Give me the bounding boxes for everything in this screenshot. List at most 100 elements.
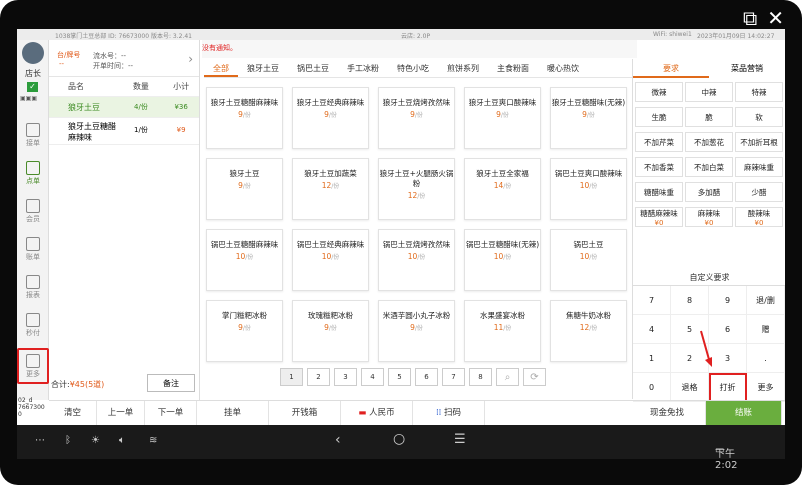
note-button[interactable]: 备注 xyxy=(147,374,195,392)
menu-item-card[interactable]: 锅巴土豆 10/份 xyxy=(550,229,627,291)
requirement-option[interactable]: 不加芹菜 xyxy=(635,132,683,152)
menu-item-card[interactable]: 狼牙土豆糖醋麻辣味 9/份 xyxy=(206,87,283,149)
nav-quickpay[interactable]: 秒付 xyxy=(17,313,49,338)
nav-order[interactable]: 点单 xyxy=(17,161,49,186)
menu-item-card[interactable]: 狼牙土豆 9/份 xyxy=(206,158,283,220)
bluetooth-icon[interactable]: ᛒ xyxy=(65,435,71,446)
order-row[interactable]: 狼牙土豆 4/份 ¥36 xyxy=(49,97,199,118)
page-button[interactable]: 2 xyxy=(307,368,330,386)
requirement-option[interactable]: 糖醋麻辣味 ¥0 xyxy=(635,207,683,227)
menu-item-card[interactable]: 锅巴土豆经典麻辣味 10/份 xyxy=(292,229,369,291)
requirement-option[interactable]: 糖醋味重 xyxy=(635,182,683,202)
keypad-key[interactable]: 赠 xyxy=(747,315,785,344)
requirement-option[interactable]: 多加醋 xyxy=(685,182,733,202)
home-icon[interactable]: ○ xyxy=(393,431,405,447)
tab-category[interactable]: 狼牙土豆 xyxy=(238,59,288,77)
menu-item-card[interactable]: 狼牙土豆+火腿肠火锅粉 12/份 xyxy=(378,158,455,220)
tab-category[interactable]: 煎饼系列 xyxy=(438,59,488,77)
order-header[interactable]: 台/牌号 -- 流水号：-- 开单时间：-- › xyxy=(49,40,199,77)
wifi-icon[interactable]: ≋ xyxy=(149,435,157,446)
requirement-option[interactable]: 不加折耳根 xyxy=(735,132,783,152)
keypad-key[interactable]: 更多 xyxy=(747,373,785,402)
page-button[interactable]: 3 xyxy=(334,368,357,386)
keypad-key[interactable]: 8 xyxy=(671,286,709,315)
next-order-button[interactable]: 下一单 xyxy=(145,401,197,425)
nav-bill[interactable]: 账单 xyxy=(17,237,49,262)
keypad-key[interactable]: 3 xyxy=(709,344,747,373)
rmb-pay-button[interactable]: ▬ 人民币 xyxy=(341,401,413,425)
order-row[interactable]: 狼牙土豆糖醋麻辣味 1/份 ¥9 xyxy=(49,118,199,145)
menu-item-card[interactable]: 狼牙土豆烧烤孜然味 9/份 xyxy=(378,87,455,149)
keypad-key[interactable]: 0 xyxy=(633,373,671,402)
requirement-option[interactable]: 麻辣味 ¥0 xyxy=(685,207,733,227)
menu-item-card[interactable]: 掌门糍粑冰粉 9/份 xyxy=(206,300,283,362)
menu-item-card[interactable]: 玫瑰糍粑冰粉 9/份 xyxy=(292,300,369,362)
requirement-option[interactable]: 少醋 xyxy=(735,182,783,202)
brightness-icon[interactable]: ☀ xyxy=(91,435,100,446)
volume-icon[interactable]: 🔈︎ xyxy=(119,435,125,446)
keypad-key[interactable]: 7 xyxy=(633,286,671,315)
discount-key[interactable]: 打折 xyxy=(709,373,747,402)
keypad-key[interactable]: 9 xyxy=(709,286,747,315)
tab-category[interactable]: 手工冰粉 xyxy=(338,59,388,77)
recents-icon[interactable]: ☰ xyxy=(454,432,466,447)
requirement-option[interactable]: 软 xyxy=(735,107,783,127)
requirement-option[interactable]: 麻辣味重 xyxy=(735,157,783,177)
keypad-key[interactable]: . xyxy=(747,344,785,373)
dots-icon[interactable]: ⋯ xyxy=(35,435,45,446)
keypad-key[interactable]: 退/删 xyxy=(747,286,785,315)
page-button[interactable]: 4 xyxy=(361,368,384,386)
keypad-key[interactable]: 1 xyxy=(633,344,671,373)
tab-all[interactable]: 全部 xyxy=(204,59,238,77)
keypad-key[interactable]: 退格 xyxy=(671,373,709,402)
menu-item-card[interactable]: 锅巴土豆糖醋味(无辣) 10/份 xyxy=(464,229,541,291)
menu-item-card[interactable]: 狼牙土豆经典麻辣味 9/份 xyxy=(292,87,369,149)
checkout-button[interactable]: 结账 xyxy=(706,401,782,425)
page-button[interactable]: 7 xyxy=(442,368,465,386)
menu-item-card[interactable]: 锅巴土豆烧烤孜然味 10/份 xyxy=(378,229,455,291)
clear-button[interactable]: 清空 xyxy=(49,401,97,425)
menu-item-card[interactable]: 狼牙土豆全家福 14/份 xyxy=(464,158,541,220)
menu-item-card[interactable]: 焦糖牛奶冰粉 12/份 xyxy=(550,300,627,362)
requirement-option[interactable]: 不加葱花 xyxy=(685,132,733,152)
keypad-key[interactable]: 4 xyxy=(633,315,671,344)
nav-report[interactable]: 报表 xyxy=(17,275,49,300)
requirement-option[interactable]: 不加白菜 xyxy=(685,157,733,177)
menu-item-card[interactable]: 狼牙土豆糖醋味(无辣) 9/份 xyxy=(550,87,627,149)
tab-category[interactable]: 主食粉面 xyxy=(488,59,538,77)
popout-icon[interactable]: ⧉ xyxy=(743,6,757,30)
requirement-option[interactable]: 脆 xyxy=(685,107,733,127)
scan-pay-button[interactable]: ⁞⁞ 扫码 xyxy=(413,401,485,425)
menu-item-card[interactable]: 锅巴土豆糖醋麻辣味 10/份 xyxy=(206,229,283,291)
menu-item-card[interactable]: 狼牙土豆爽口酸辣味 9/份 xyxy=(464,87,541,149)
refresh-icon[interactable]: ⟳ xyxy=(523,368,546,386)
tab-marketing[interactable]: 菜品营销 xyxy=(709,59,785,78)
tab-requirements[interactable]: 要求 xyxy=(633,59,709,78)
requirement-option[interactable]: 特辣 xyxy=(735,82,783,102)
open-drawer-button[interactable]: 开钱箱 xyxy=(269,401,341,425)
nav-more[interactable]: 更多 xyxy=(17,348,49,384)
requirement-option[interactable]: 生脆 xyxy=(635,107,683,127)
tab-category[interactable]: 暖心热饮 xyxy=(538,59,588,77)
avatar[interactable] xyxy=(22,42,44,64)
menu-item-card[interactable]: 水果盛宴冰粉 11/份 xyxy=(464,300,541,362)
menu-item-card[interactable]: 狼牙土豆加蔬菜 12/份 xyxy=(292,158,369,220)
prev-order-button[interactable]: 上一单 xyxy=(97,401,145,425)
search-icon[interactable]: ⌕ xyxy=(496,368,519,386)
requirement-option[interactable]: 不加香菜 xyxy=(635,157,683,177)
menu-item-card[interactable]: 锅巴土豆爽口酸辣味 10/份 xyxy=(550,158,627,220)
page-button[interactable]: 5 xyxy=(388,368,411,386)
menu-item-card[interactable]: 米酒芋圆小丸子冰粉 9/份 xyxy=(378,300,455,362)
page-button[interactable]: 1 xyxy=(280,368,303,386)
close-icon[interactable]: ✕ xyxy=(767,6,784,30)
requirement-option[interactable]: 微辣 xyxy=(635,82,683,102)
back-icon[interactable]: ‹ xyxy=(335,432,341,448)
tab-category[interactable]: 锅巴土豆 xyxy=(288,59,338,77)
nav-inbox[interactable]: 接单 xyxy=(17,123,49,148)
page-button[interactable]: 8 xyxy=(469,368,492,386)
tab-category[interactable]: 特色小吃 xyxy=(388,59,438,77)
requirement-option[interactable]: 酸辣味 ¥0 xyxy=(735,207,783,227)
page-button[interactable]: 6 xyxy=(415,368,438,386)
nav-member[interactable]: 会员 xyxy=(17,199,49,224)
keypad-key[interactable]: 6 xyxy=(709,315,747,344)
